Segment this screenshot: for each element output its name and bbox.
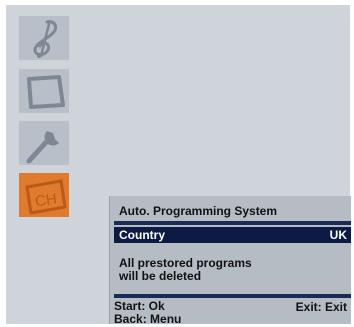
channel-icon: CH (25, 179, 67, 215)
country-label: Country (119, 228, 165, 242)
divider (114, 221, 351, 225)
dialog-title: Auto. Programming System (119, 204, 278, 218)
footer-hints: Start: Ok Back: Menu (114, 300, 181, 326)
country-value: UK (329, 228, 347, 242)
back-hint: Back: Menu (114, 312, 182, 326)
music-clef-icon (33, 20, 58, 58)
warning-line-2: will be deleted (119, 269, 202, 283)
deletion-warning: All prestored programs will be deleted (119, 257, 252, 283)
sound-menu-tile[interactable] (19, 16, 69, 60)
wrench-icon (26, 131, 59, 164)
exit-hint: Exit: Exit (295, 300, 347, 314)
channel-icon-label: CH (34, 190, 58, 210)
channel-menu-tile[interactable]: CH (19, 173, 69, 217)
picture-icon (27, 75, 65, 109)
auto-programming-dialog: Auto. Programming System Country UK All … (109, 196, 351, 326)
picture-menu-tile[interactable] (19, 69, 69, 113)
divider (114, 294, 351, 298)
tv-menu-screen: CH Auto. Programming System Country UK A… (6, 5, 351, 326)
country-selector-row[interactable]: Country UK (114, 227, 351, 243)
settings-menu-tile[interactable] (19, 121, 69, 165)
